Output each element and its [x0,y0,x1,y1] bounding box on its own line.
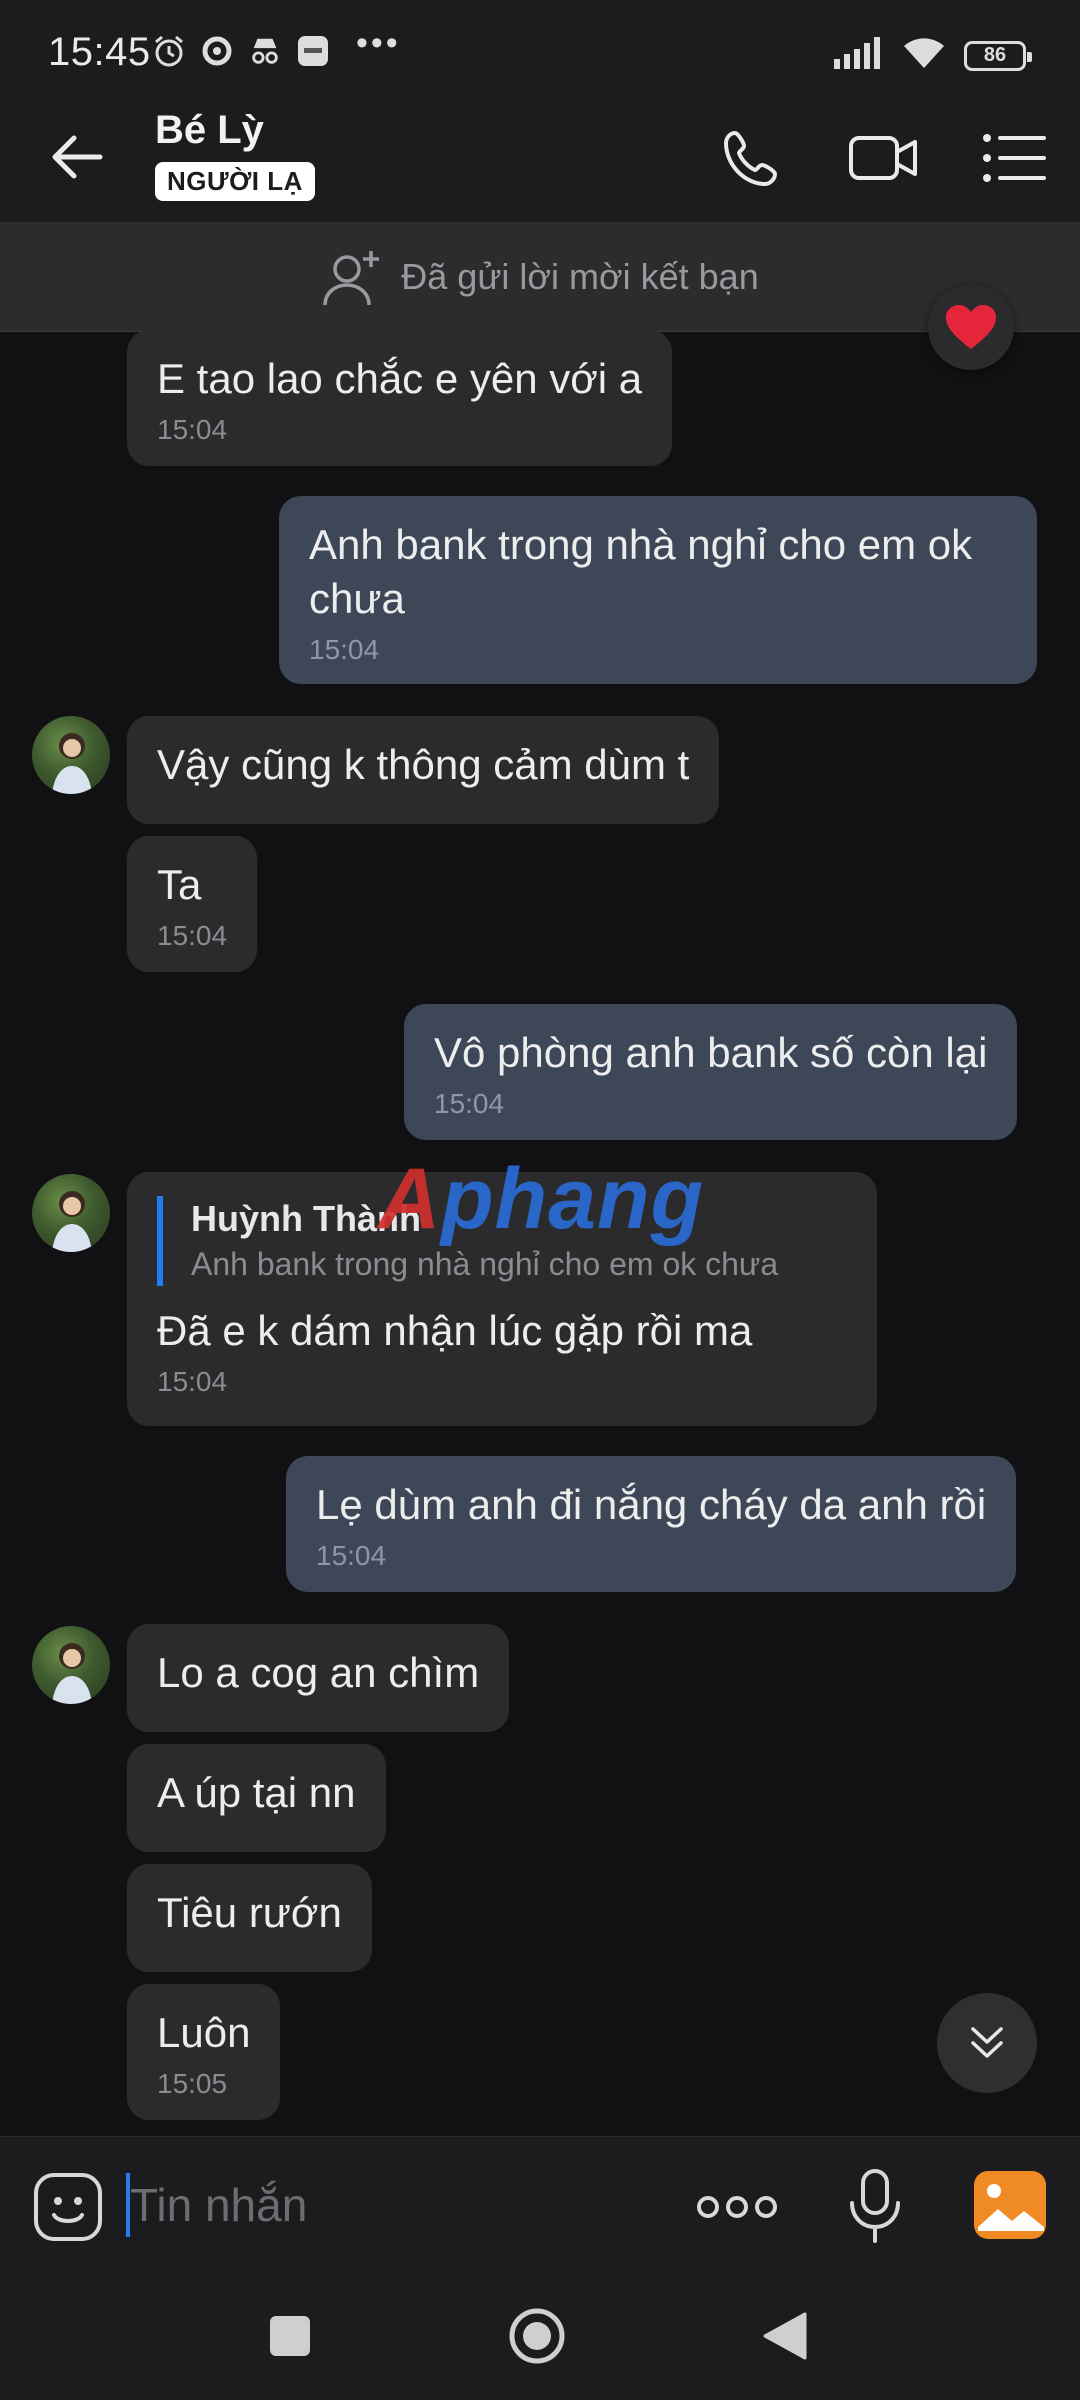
message-text: Lo a cog an chìm [157,1649,480,1696]
message-text: A úp tại nn [157,1769,356,1816]
contact-avatar[interactable] [32,1174,110,1252]
message-time: 15:04 [316,1540,387,1571]
status-time: 15:45 [48,30,151,74]
voice-call-button[interactable] [714,120,790,196]
stranger-badge: NGƯỜI LẠ [155,162,315,201]
voice-message-button[interactable] [840,2167,910,2247]
message-text: Luôn [157,2009,251,2056]
back-button[interactable] [42,122,112,192]
watermark-first-letter: A [378,1151,442,1247]
message-time: 15:04 [157,414,228,445]
add-friend-icon [323,250,380,305]
message-time: 15:04 [157,1366,228,1397]
message-bubble-incoming[interactable]: A úp tại nn [127,1744,386,1852]
scroll-to-bottom-button[interactable] [937,1993,1037,2093]
circle-icon [509,2308,565,2364]
phone-icon [724,131,777,186]
message-text: Lẹ dùm anh đi nắng cháy da anh rồi [316,1481,987,1528]
message-text: Vậy cũng k thông cảm dùm t [157,741,690,788]
message-bubble-incoming[interactable]: Luôn 15:05 [127,1984,281,2120]
status-icons-left: ••• [152,24,401,68]
send-image-button[interactable] [972,2167,1048,2243]
contact-avatar[interactable] [32,716,110,794]
image-icon [974,2171,1046,2239]
alarm-icon [152,34,186,68]
chat-menu-button[interactable] [976,120,1052,196]
message-time: 15:05 [157,2068,228,2099]
double-chevron-down-icon [971,2027,1003,2058]
message-bubble-incoming[interactable]: Lo a cog an chìm [127,1624,510,1732]
recent-apps-button[interactable] [250,2296,330,2376]
message-time: 15:04 [309,634,380,665]
home-button[interactable] [497,2296,577,2376]
wifi-icon [902,36,946,75]
message-bubble-incoming[interactable]: Ta 15:04 [127,836,258,972]
battery-icon: 86 [964,40,1032,71]
triangle-back-icon [763,2312,807,2360]
message-input-bar [0,2136,1080,2274]
message-bubble-incoming[interactable]: E tao lao chắc e yên với a 15:04 [127,330,673,466]
microphone-icon [850,2169,900,2243]
message-text: Tiêu rướn [157,1889,342,1936]
message-bubble-incoming[interactable]: Tiêu rướn [127,1864,372,1972]
more-dots-icon [697,2196,777,2218]
heart-reaction-button[interactable] [928,284,1014,370]
incognito-icon [248,34,282,68]
message-text: Ta [157,861,202,908]
message-text: Đã e k dám nhận lúc gặp rồi ma [157,1307,753,1354]
message-text: Anh bank trong nhà nghỉ cho em ok chưa [309,521,973,622]
video-icon [849,136,917,180]
signal-icon [834,37,884,74]
chat-header: Bé Lỳ NGƯỜI LẠ [0,90,1080,222]
video-call-button[interactable] [846,120,922,196]
back-arrow-icon [52,135,103,179]
friend-request-text: Đã gửi lời mời kết bạn [401,255,759,297]
message-bubble-outgoing[interactable]: Lẹ dùm anh đi nắng cháy da anh rồi 15:04 [286,1456,1017,1592]
contact-name[interactable]: Bé Lỳ [155,108,264,153]
message-text: E tao lao chắc e yên với a [157,355,643,402]
more-options-button[interactable] [694,2177,780,2237]
emoji-button[interactable] [32,2171,104,2243]
system-navigation-bar [0,2274,1080,2400]
status-icons-right: 86 [834,36,1032,75]
watermark-rest: phang [441,1151,705,1247]
message-time: 15:04 [157,920,228,951]
sync-icon [200,34,234,68]
heart-icon [946,305,996,349]
emoji-icon [34,2173,102,2241]
message-input[interactable] [130,2167,650,2243]
message-time: 15:04 [434,1088,505,1119]
back-nav-button[interactable] [745,2296,825,2376]
friend-request-banner: Đã gửi lời mời kết bạn [0,222,1080,332]
message-text: Vô phòng anh bank số còn lại [434,1029,988,1076]
watermark-logo: Aphang [378,1150,704,1249]
message-bubble-outgoing[interactable]: Vô phòng anh bank số còn lại 15:04 [404,1004,1018,1140]
more-notifications-indicator: ••• [356,23,401,62]
message-bubble-outgoing[interactable]: Anh bank trong nhà nghỉ cho em ok chưa 1… [279,496,1037,684]
message-bubble-incoming[interactable]: Vậy cũng k thông cảm dùm t [127,716,720,824]
status-bar: 15:45 ••• 86 [0,0,1080,90]
contact-avatar[interactable] [32,1626,110,1704]
square-icon [270,2316,310,2356]
menu-list-icon [983,134,1046,182]
app-icon [296,34,330,68]
